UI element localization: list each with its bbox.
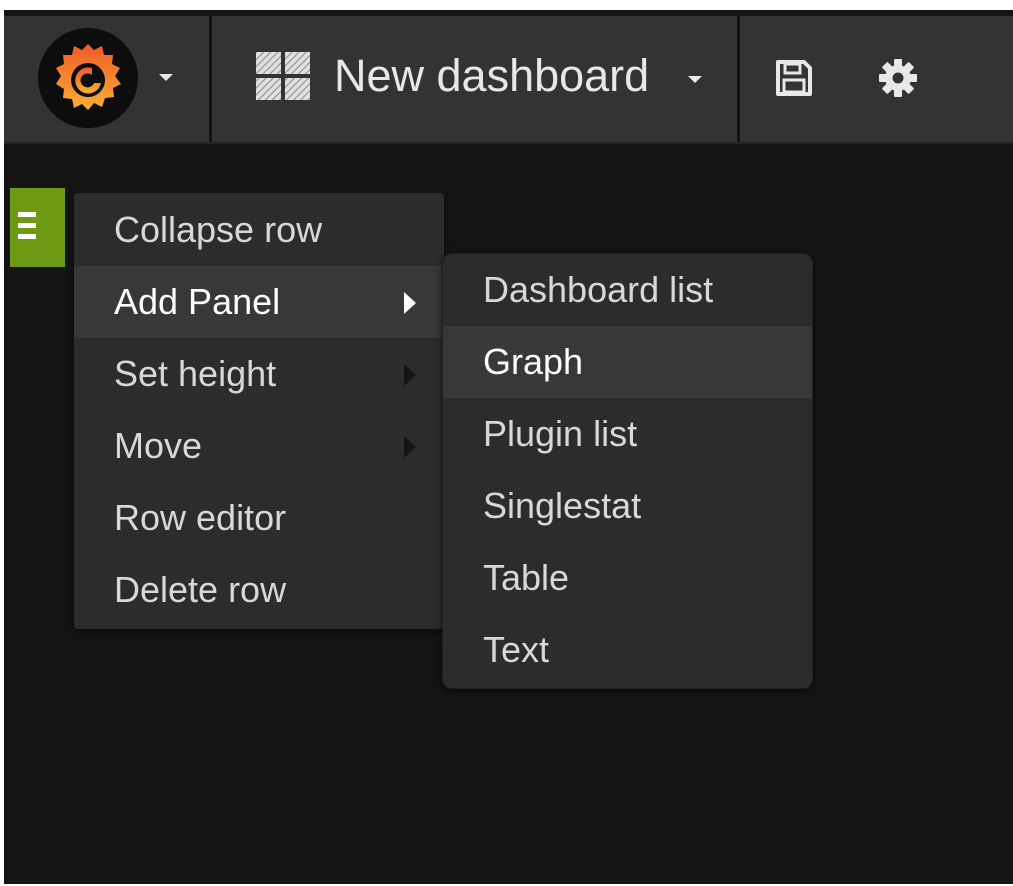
top-navbar: New dashboard <box>4 16 1013 144</box>
panel-type-text[interactable]: Text <box>443 614 812 686</box>
menu-item-label: Add Panel <box>114 281 281 322</box>
menu-item-label: Dashboard list <box>483 269 714 310</box>
menu-item-label: Move <box>114 425 203 466</box>
row-context-menu: Collapse row Add Panel Set height Move R… <box>74 193 444 629</box>
caret-right-icon <box>404 364 416 386</box>
menu-item-label: Graph <box>483 341 584 382</box>
menu-item-label: Set height <box>114 353 277 394</box>
caret-right-icon <box>404 436 416 458</box>
caret-down-icon <box>159 74 173 81</box>
panel-type-table[interactable]: Table <box>443 542 812 614</box>
menu-item-move[interactable]: Move <box>74 410 444 482</box>
menu-item-label: Text <box>483 629 550 670</box>
menu-item-label: Row editor <box>114 497 287 538</box>
gear-icon <box>879 59 917 97</box>
grafana-logo-icon <box>38 28 138 128</box>
panel-type-singlestat[interactable]: Singlestat <box>443 470 812 542</box>
menu-item-add-panel[interactable]: Add Panel <box>74 266 444 338</box>
dashboard-frame: New dashboard Collapse row Add Panel Set… <box>4 10 1013 884</box>
save-dashboard-button[interactable] <box>772 56 816 100</box>
dashboard-settings-button[interactable] <box>876 56 920 100</box>
menu-item-row-editor[interactable]: Row editor <box>74 482 444 554</box>
menu-item-label: Table <box>483 557 570 598</box>
caret-down-icon <box>688 76 702 83</box>
menu-item-set-height[interactable]: Set height <box>74 338 444 410</box>
panel-type-plugin-list[interactable]: Plugin list <box>443 398 812 470</box>
panel-type-graph[interactable]: Graph <box>443 326 812 398</box>
dashboard-grid-icon <box>256 52 312 102</box>
panel-type-dashboard-list[interactable]: Dashboard list <box>443 254 812 326</box>
menu-item-collapse-row[interactable]: Collapse row <box>74 194 444 266</box>
menu-item-label: Delete row <box>114 569 287 610</box>
menu-item-label: Plugin list <box>483 413 638 454</box>
menu-item-label: Collapse row <box>114 209 323 250</box>
grafana-logo-menu-button[interactable] <box>36 28 181 128</box>
add-panel-submenu: Dashboard list Graph Plugin list Singles… <box>442 253 813 689</box>
menu-item-label: Singlestat <box>483 485 642 526</box>
navbar-divider <box>209 16 212 142</box>
caret-right-icon <box>404 292 416 314</box>
dashboard-title: New dashboard <box>334 50 650 101</box>
menu-item-delete-row[interactable]: Delete row <box>74 554 444 626</box>
navbar-divider <box>737 16 740 142</box>
save-floppy-icon <box>776 60 812 96</box>
row-menu-toggle[interactable] <box>10 188 65 267</box>
